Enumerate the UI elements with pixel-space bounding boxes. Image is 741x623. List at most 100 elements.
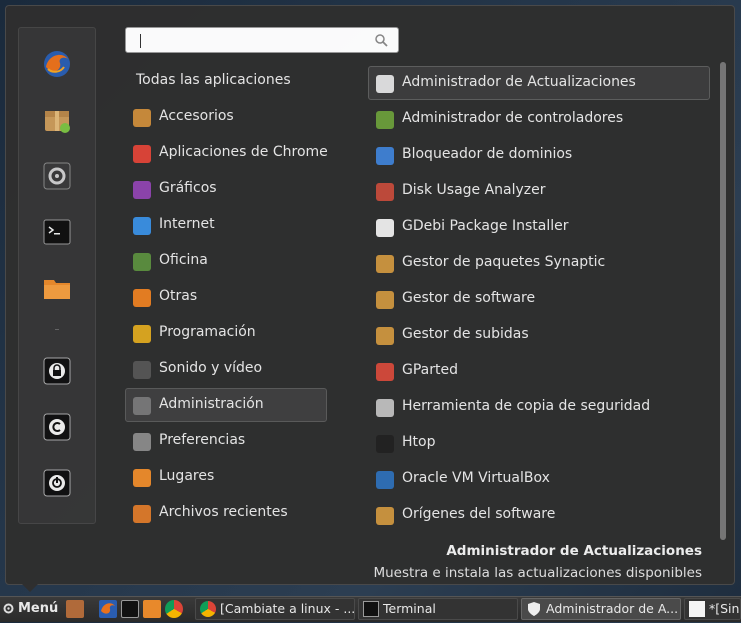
- menu-pointer-arrow: [22, 584, 38, 592]
- category-label: Aplicaciones de Chrome: [159, 144, 328, 160]
- category-icon: [133, 361, 151, 379]
- app-item[interactable]: Gestor de subidas: [368, 318, 710, 352]
- app-icon: [376, 219, 394, 237]
- app-label: Disk Usage Analyzer: [402, 182, 546, 198]
- category-all-applications[interactable]: Todas las aplicaciones: [136, 72, 291, 88]
- app-item[interactable]: Administrador de controladores: [368, 102, 710, 136]
- app-icon: [376, 507, 394, 525]
- category-icon: [133, 217, 151, 235]
- category-icon: [133, 397, 151, 415]
- software-manager-favorite-icon[interactable]: [41, 104, 73, 136]
- firefox-favorite-icon[interactable]: [41, 48, 73, 80]
- chrome-launcher-icon[interactable]: [165, 600, 183, 618]
- app-label: Herramienta de copia de seguridad: [402, 398, 651, 414]
- taskbar-window-chrome[interactable]: [Cambiate a linux - ...: [195, 598, 355, 620]
- category-icon: [133, 469, 151, 487]
- application-menu: Todas las aplicaciones Accesorios Aplicac…: [5, 5, 735, 585]
- app-icon: [376, 363, 394, 381]
- selected-app-description: Muestra e instala las actualizaciones di…: [373, 565, 702, 581]
- app-item[interactable]: Bloqueador de dominios: [368, 138, 710, 172]
- app-item[interactable]: Oracle VM VirtualBox: [368, 462, 710, 496]
- window-title: [Cambiate a linux - ...: [220, 601, 355, 616]
- app-label: Oracle VM VirtualBox: [402, 470, 550, 486]
- category-label: Lugares: [159, 468, 215, 484]
- app-item[interactable]: Htop: [368, 426, 710, 460]
- show-desktop-icon[interactable]: [66, 600, 84, 618]
- category-item[interactable]: Sonido y vídeo: [125, 352, 327, 386]
- app-icon: [376, 399, 394, 417]
- search-box[interactable]: [125, 27, 399, 53]
- category-item[interactable]: Otras: [125, 280, 327, 314]
- logout-icon[interactable]: [41, 411, 73, 443]
- files-favorite-icon[interactable]: [41, 272, 73, 304]
- app-icon: [376, 291, 394, 309]
- app-icon: [376, 435, 394, 453]
- favorites-separator: [55, 329, 59, 330]
- app-item[interactable]: GDebi Package Installer: [368, 210, 710, 244]
- text-editor-icon: [689, 601, 705, 617]
- app-list-scrollbar[interactable]: [720, 62, 726, 540]
- category-item[interactable]: Administración: [125, 388, 327, 422]
- app-icon: [376, 111, 394, 129]
- category-icon: [133, 253, 151, 271]
- app-icon: [376, 471, 394, 489]
- firefox-launcher-icon[interactable]: [99, 600, 117, 618]
- category-item[interactable]: Lugares: [125, 460, 327, 494]
- app-icon: [376, 75, 394, 93]
- category-label: Programación: [159, 324, 256, 340]
- search-icon[interactable]: [374, 33, 388, 47]
- scrollbar-thumb[interactable]: [720, 62, 726, 540]
- app-label: Gestor de subidas: [402, 326, 529, 342]
- app-label: GDebi Package Installer: [402, 218, 569, 234]
- menu-button-label: Menú: [18, 601, 59, 616]
- taskbar: Menú [Cambiate a linux - ... Terminal Ad…: [0, 596, 741, 622]
- shield-icon: [528, 602, 540, 616]
- taskbar-window-text-editor[interactable]: *[Sin t: [684, 598, 741, 620]
- app-item[interactable]: Gestor de software: [368, 282, 710, 316]
- terminal-favorite-icon[interactable]: [41, 216, 73, 248]
- text-caret: [140, 34, 141, 48]
- app-label: Htop: [402, 434, 436, 450]
- app-item[interactable]: Gestor de paquetes Synaptic: [368, 246, 710, 280]
- category-item[interactable]: Oficina: [125, 244, 327, 278]
- category-label: Archivos recientes: [159, 504, 288, 520]
- category-item[interactable]: Aplicaciones de Chrome: [125, 136, 328, 170]
- menu-button[interactable]: Menú: [0, 597, 60, 623]
- category-icon: [133, 181, 151, 199]
- category-icon: [133, 433, 151, 451]
- app-label: Administrador de Actualizaciones: [402, 74, 636, 90]
- system-settings-favorite-icon[interactable]: [41, 160, 73, 192]
- files-launcher-icon[interactable]: [143, 600, 161, 618]
- category-item[interactable]: Programación: [125, 316, 327, 350]
- app-item[interactable]: Administrador de Actualizaciones: [368, 66, 710, 100]
- category-item[interactable]: Archivos recientes: [125, 496, 327, 530]
- category-item[interactable]: Internet: [125, 208, 327, 242]
- app-item[interactable]: GParted: [368, 354, 710, 388]
- category-icon: [133, 109, 151, 127]
- category-item[interactable]: Accesorios: [125, 100, 327, 134]
- app-item[interactable]: Herramienta de copia de seguridad: [368, 390, 710, 424]
- category-label: Accesorios: [159, 108, 234, 124]
- window-title: Terminal: [383, 601, 436, 616]
- app-icon: [376, 327, 394, 345]
- taskbar-window-terminal[interactable]: Terminal: [358, 598, 518, 620]
- terminal-launcher-icon[interactable]: [121, 600, 139, 618]
- category-item[interactable]: Gráficos: [125, 172, 327, 206]
- category-label: Sonido y vídeo: [159, 360, 263, 376]
- app-label: Gestor de paquetes Synaptic: [402, 254, 606, 270]
- app-item[interactable]: Orígenes del software: [368, 498, 710, 532]
- category-label: Preferencias: [159, 432, 246, 448]
- power-off-icon[interactable]: [41, 467, 73, 499]
- app-label: Gestor de software: [402, 290, 536, 306]
- favorites-sidebar: [18, 27, 96, 524]
- search-input[interactable]: [132, 31, 362, 49]
- app-icon: [376, 183, 394, 201]
- app-item[interactable]: Disk Usage Analyzer: [368, 174, 710, 208]
- window-title: Administrador de A...: [546, 601, 679, 616]
- app-label: Orígenes del software: [402, 506, 556, 522]
- lock-screen-icon[interactable]: [41, 355, 73, 387]
- category-item[interactable]: Preferencias: [125, 424, 327, 458]
- taskbar-window-update-manager[interactable]: Administrador de A...: [521, 598, 681, 620]
- app-icon: [376, 147, 394, 165]
- category-label: Otras: [159, 288, 198, 304]
